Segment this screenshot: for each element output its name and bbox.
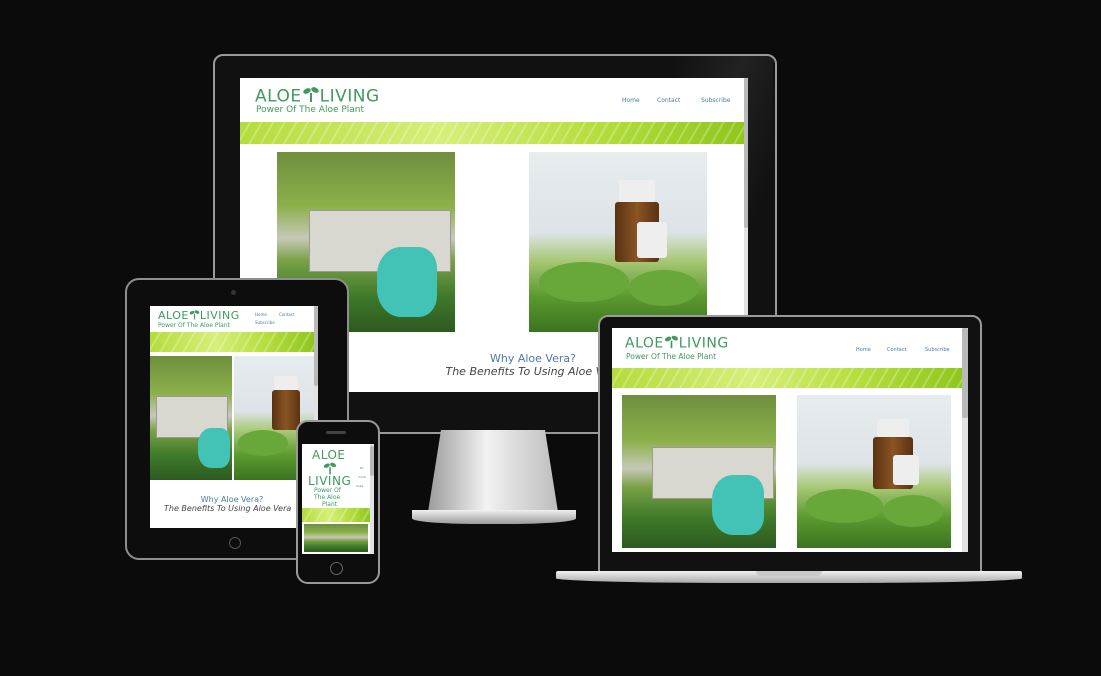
tablet-nav-subscribe[interactable]: Subscribe: [255, 320, 275, 325]
laptop-banner: [612, 368, 962, 388]
tablet-aloe-harvest-photo: [150, 356, 232, 480]
phone-tagline-3: Plant: [322, 501, 338, 508]
phone-aloe-harvest-photo: [304, 524, 368, 552]
tablet-tagline: Power Of The Aloe Plant: [158, 322, 231, 329]
monitor-base: [412, 510, 576, 524]
phone-logo-line2[interactable]: LIVING: [308, 474, 351, 488]
nav-subscribe[interactable]: Subscribe: [701, 97, 730, 104]
laptop-nav-subscribe[interactable]: Subscribe: [925, 347, 950, 353]
laptop-nav-contact[interactable]: Contact: [887, 347, 906, 353]
laptop-aloe-gel-photo: [797, 395, 951, 548]
phone-site: ALOE LIVING Power Of The Aloe Plant Ho C…: [302, 444, 374, 554]
aloe-gel-photo: [529, 152, 707, 332]
banner-strip: [240, 122, 744, 144]
nav-contact[interactable]: Contact: [657, 97, 680, 104]
phone-banner: [302, 508, 370, 522]
laptop-site: ALOE LIVING Power Of The Aloe Plant Home …: [612, 328, 968, 552]
laptop-notch: [756, 571, 822, 576]
scrollbar-thumb[interactable]: [370, 446, 374, 476]
logo-text-living: LIVING: [199, 309, 240, 322]
scrollbar-thumb[interactable]: [744, 78, 748, 228]
site-tagline: Power Of The Aloe Plant: [256, 105, 365, 115]
laptop-logo[interactable]: ALOE LIVING: [625, 334, 729, 353]
phone-home-button[interactable]: [330, 562, 343, 575]
sprout-icon: [664, 334, 679, 353]
tablet-site: ALOE LIVING Power Of The Aloe Plant Home …: [150, 306, 318, 528]
phone-tagline-2: The Aloe: [314, 494, 341, 501]
logo-text-living: LIVING: [678, 335, 729, 352]
phone-nav-contact[interactable]: Conti: [358, 475, 366, 479]
logo-text-aloe: ALOE: [255, 86, 302, 107]
laptop-aloe-harvest-photo: [622, 395, 776, 548]
logo-text-living: LIVING: [319, 86, 380, 107]
showcase-canvas: { "site": { "logo_part1": "ALOE", "logo_…: [0, 0, 1101, 676]
phone-nav-home[interactable]: Ho: [360, 466, 364, 470]
scrollbar-thumb[interactable]: [962, 328, 968, 418]
tablet-nav-home[interactable]: Home: [255, 312, 267, 317]
tablet-camera: [231, 290, 236, 295]
nav-home[interactable]: Home: [622, 97, 640, 104]
phone-speaker: [326, 431, 346, 434]
phone-logo-line1[interactable]: ALOE: [312, 448, 346, 462]
logo-text-aloe: ALOE: [158, 309, 189, 322]
tablet-home-button[interactable]: [229, 537, 241, 549]
tablet-nav-contact[interactable]: Contact: [279, 312, 295, 317]
laptop-nav-home[interactable]: Home: [856, 347, 871, 353]
monitor-stand: [428, 430, 558, 512]
phone-tagline-1: Power Of: [314, 487, 341, 494]
phone-nav-subscribe[interactable]: Subs: [356, 484, 363, 488]
sprout-icon: [189, 309, 200, 323]
scrollbar-thumb[interactable]: [314, 306, 318, 386]
laptop-scrollbar[interactable]: [962, 328, 968, 552]
tablet-banner: [150, 332, 314, 352]
tablet-subheading: The Benefits To Using Aloe Vera: [164, 504, 292, 513]
laptop-tagline: Power Of The Aloe Plant: [626, 352, 717, 361]
tablet-heading: Why Aloe Vera?: [200, 495, 264, 504]
logo-text-aloe: ALOE: [312, 448, 346, 462]
phone-scrollbar[interactable]: [370, 444, 374, 554]
tablet-logo[interactable]: ALOE LIVING: [158, 309, 240, 323]
logo-text-aloe: ALOE: [625, 335, 664, 352]
